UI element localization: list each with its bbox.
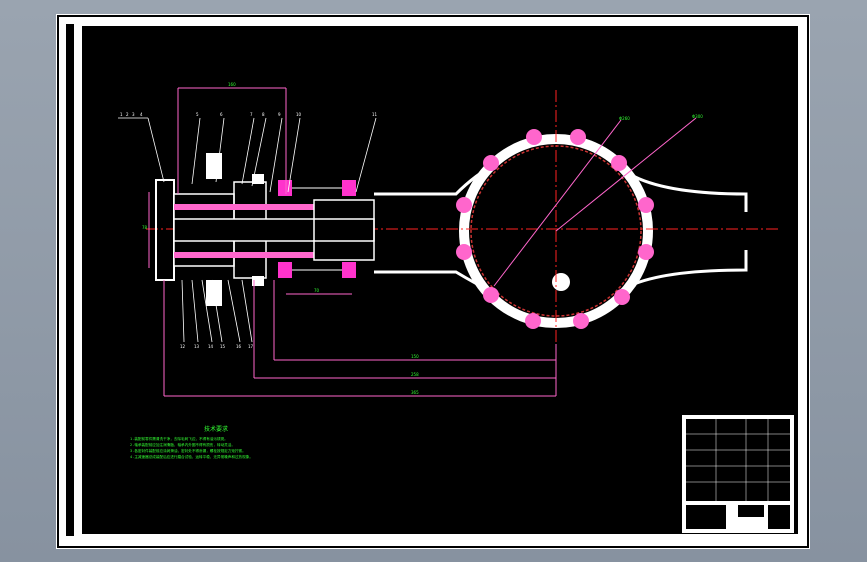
requirements-title: 技术要求	[204, 425, 228, 433]
part-callout-label: 10	[296, 112, 302, 117]
gear-upper	[206, 153, 222, 179]
bolt-hole	[638, 244, 654, 260]
drawing-sheet: Φ260 Φ300 160 78 70 150 258 365 1 2 3 4 …	[56, 14, 810, 549]
shaft-spline	[174, 204, 314, 210]
leader-a-label: Φ260	[619, 116, 630, 121]
part-callout-label: 14	[208, 344, 214, 349]
drive-pinion	[552, 273, 570, 291]
bolt-hole	[456, 244, 472, 260]
bolt-hole	[483, 155, 499, 171]
requirement-line: 3.各密封件装配前应涂润滑油，密封处不得渗漏，螺栓按规定力矩拧紧。	[130, 448, 246, 453]
part-callout-label: 17	[248, 344, 254, 349]
requirement-line: 2.轴承装配前应加注润滑脂，轴承内外圈不得有损伤，转动灵活。	[130, 442, 235, 447]
dim-2-label: 258	[411, 372, 419, 377]
bearing-a-bottom	[278, 262, 292, 278]
title-block-table	[686, 419, 790, 501]
dim-top-label: 160	[228, 82, 236, 87]
part-callout-label: 16	[236, 344, 242, 349]
dim-3-label: 365	[411, 390, 419, 395]
part-callout-label: 12	[180, 344, 186, 349]
requirement-line: 1.装配前零件需清洗干净，去除毛刺飞边，不得有油污锈斑。	[130, 436, 228, 441]
bolt-hole	[614, 289, 630, 305]
bolt-hole	[611, 155, 627, 171]
bolt-hole	[456, 197, 472, 213]
cad-drawing: Φ260 Φ300 160 78 70 150 258 365 1 2 3 4 …	[57, 15, 809, 548]
part-callout-label: 11	[372, 112, 378, 117]
bolt-hole	[526, 129, 542, 145]
title-block-cell	[686, 505, 726, 529]
half-shaft	[173, 218, 375, 242]
title-block	[682, 415, 794, 533]
leader-b-label: Φ300	[692, 114, 703, 119]
requirement-line: 4.主减速器总成装配后应进行磨合试验，运转平稳，无异常噪声和过热现象。	[130, 454, 253, 459]
title-block-cell	[768, 505, 790, 529]
bolt-hole	[638, 197, 654, 213]
dim-1-label: 150	[411, 354, 419, 359]
bolt-hole	[483, 287, 499, 303]
dim-flange-label: 70	[314, 288, 320, 293]
bearing-b-bottom	[342, 262, 356, 278]
bolt-hole	[525, 313, 541, 329]
bolt-hole	[573, 313, 589, 329]
shaft-spline-lower	[174, 252, 314, 258]
bearing-b-top	[342, 180, 356, 196]
dim-left-label: 78	[142, 225, 148, 230]
part-callout-label: 13	[194, 344, 200, 349]
title-block-cell	[738, 505, 764, 517]
binding-strip	[66, 24, 74, 536]
bolt-hole	[570, 129, 586, 145]
part-callout-label: 15	[220, 344, 226, 349]
